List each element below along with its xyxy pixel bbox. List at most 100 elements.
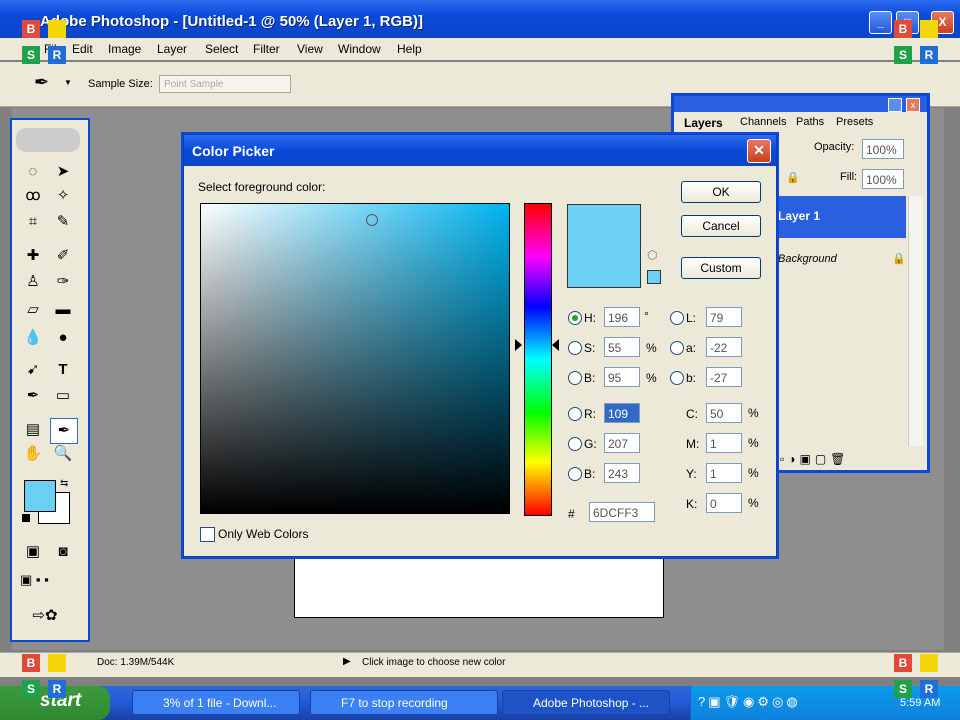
radio-b[interactable] <box>670 371 684 385</box>
menu-layer[interactable]: Layer <box>157 42 187 56</box>
magenta-field[interactable]: 1 <box>706 433 742 453</box>
a-field[interactable]: -22 <box>706 337 742 357</box>
gradient-tool-icon[interactable]: ▬ <box>50 298 76 322</box>
hue-slider-right-arrow[interactable] <box>552 339 559 351</box>
layer-actions-icon[interactable]: ▫◑▣▢🗑 <box>780 452 849 466</box>
yellow-field[interactable]: 1 <box>706 463 742 483</box>
zoom-tool-icon[interactable]: 🔍 <box>50 442 76 466</box>
radio-blue[interactable] <box>568 467 582 481</box>
fill-field[interactable]: 100% <box>862 169 904 189</box>
cyan-field[interactable]: 50 <box>706 403 742 423</box>
close-icon[interactable]: ✕ <box>747 139 771 163</box>
lasso-tool-icon[interactable]: ꝏ <box>20 184 46 208</box>
stamp-tool-icon[interactable]: ♙ <box>20 270 46 294</box>
tray-icons-icon[interactable]: ?▣🛡◉⚙◎◍ <box>698 694 801 710</box>
l-label: L: <box>686 311 697 325</box>
menu-image[interactable]: Image <box>108 42 141 56</box>
task-photoshop[interactable]: Adobe Photoshop - ... <box>502 690 670 715</box>
move-tool-icon[interactable]: ➤ <box>50 160 76 184</box>
standard-mode-icon[interactable]: ▣ <box>20 540 46 564</box>
opacity-field[interactable]: 100% <box>862 139 904 159</box>
radio-l[interactable] <box>670 311 684 325</box>
foreground-color-swatch[interactable] <box>24 480 56 512</box>
menu-view[interactable]: View <box>297 42 323 56</box>
task-download[interactable]: 3% of 1 file - Downl... <box>132 690 300 715</box>
b-field[interactable]: -27 <box>706 367 742 387</box>
tab-paths[interactable]: Paths <box>796 116 824 128</box>
radio-saturation[interactable] <box>568 341 582 355</box>
task-recorder[interactable]: F7 to stop recording <box>310 690 498 715</box>
radio-hue[interactable] <box>568 311 582 325</box>
saturation-brightness-field[interactable] <box>200 203 510 514</box>
jump-to-imageready-icon[interactable]: ⇨✿ <box>20 604 70 628</box>
saturation-field[interactable]: 55 <box>604 337 640 357</box>
l-field[interactable]: 79 <box>706 307 742 327</box>
overlay-s-marker: S <box>22 46 40 64</box>
web-safe-swatch[interactable] <box>647 270 661 284</box>
tab-layers[interactable]: Layers <box>684 116 723 130</box>
dodge-tool-icon[interactable]: ● <box>50 326 76 350</box>
b-label: b: <box>686 371 697 385</box>
radio-red[interactable] <box>568 407 582 421</box>
cancel-button[interactable]: Cancel <box>681 215 761 237</box>
black-field[interactable]: 0 <box>706 493 742 513</box>
healing-brush-icon[interactable]: ✚ <box>20 244 46 268</box>
radio-green[interactable] <box>568 437 582 451</box>
field-cursor[interactable] <box>366 214 378 226</box>
pen-tool-icon[interactable]: ✒ <box>20 384 46 408</box>
type-tool-icon[interactable]: T <box>50 358 76 382</box>
shape-tool-icon[interactable]: ▭ <box>50 384 76 408</box>
tab-presets[interactable]: Presets <box>836 116 873 128</box>
scrollbar[interactable] <box>908 196 923 446</box>
hue-slider[interactable] <box>524 203 552 516</box>
status-arrow-icon[interactable]: ▶ <box>343 656 351 667</box>
custom-button[interactable]: Custom <box>681 257 761 279</box>
palette-close-button[interactable]: x <box>906 98 920 112</box>
history-brush-icon[interactable]: ✑ <box>50 270 76 294</box>
blue-field[interactable]: 243 <box>604 463 640 483</box>
path-select-icon[interactable]: ➹ <box>20 358 46 382</box>
overlay-s-marker: S <box>894 680 912 698</box>
tool-header-icon[interactable] <box>16 128 80 152</box>
red-field[interactable]: 109 <box>604 403 640 423</box>
radio-a[interactable] <box>670 341 684 355</box>
quick-mask-icon[interactable]: ◙ <box>50 540 76 564</box>
notes-tool-icon[interactable]: ▤ <box>20 418 46 442</box>
tab-channels[interactable]: Channels <box>740 116 786 128</box>
radio-brightness[interactable] <box>568 371 582 385</box>
brush-tool-icon[interactable]: ✐ <box>50 244 76 268</box>
sample-size-select[interactable]: Point Sample <box>159 75 291 93</box>
document-canvas[interactable] <box>294 552 664 618</box>
ok-button[interactable]: OK <box>681 181 761 203</box>
menu-help[interactable]: Help <box>397 42 422 56</box>
menu-window[interactable]: Window <box>338 42 381 56</box>
magic-wand-icon[interactable]: ✧ <box>50 184 76 208</box>
cube-icon[interactable]: ⬡ <box>647 248 657 262</box>
eraser-tool-icon[interactable]: ▱ <box>20 298 46 322</box>
blur-tool-icon[interactable]: 💧 <box>20 326 46 350</box>
hue-slider-left-arrow[interactable] <box>515 339 522 351</box>
minimize-button[interactable]: _ <box>869 11 892 34</box>
menu-select[interactable]: Select <box>205 42 238 56</box>
default-colors-icon[interactable] <box>22 514 30 522</box>
eyedropper-tool-icon[interactable]: ✒ <box>34 72 49 93</box>
hand-tool-icon[interactable]: ✋ <box>20 442 46 466</box>
menu-edit[interactable]: Edit <box>72 42 93 56</box>
green-field[interactable]: 207 <box>604 433 640 453</box>
palette-minimize-button[interactable] <box>888 98 902 112</box>
menu-filter[interactable]: Filter <box>253 42 280 56</box>
hex-label: # <box>568 507 575 521</box>
chevron-down-icon[interactable]: ▼ <box>64 78 72 87</box>
slice-tool-icon[interactable]: ✎ <box>50 210 76 234</box>
hue-field[interactable]: 196 <box>604 307 640 327</box>
brightness-unit: % <box>646 371 657 385</box>
web-colors-checkbox[interactable] <box>200 527 215 542</box>
screen-modes-icon[interactable]: ▣ ▪ ▪ <box>20 572 80 592</box>
lock-icon[interactable]: 🔒 <box>786 171 800 184</box>
marquee-tool-icon[interactable]: ◌ <box>20 160 46 184</box>
swap-colors-icon[interactable]: ⇆ <box>60 478 68 489</box>
hex-field[interactable]: 6DCFF3 <box>589 502 655 522</box>
brightness-field[interactable]: 95 <box>604 367 640 387</box>
eyedropper-icon[interactable]: ✒ <box>50 418 78 444</box>
crop-tool-icon[interactable]: ⌗ <box>20 210 46 234</box>
